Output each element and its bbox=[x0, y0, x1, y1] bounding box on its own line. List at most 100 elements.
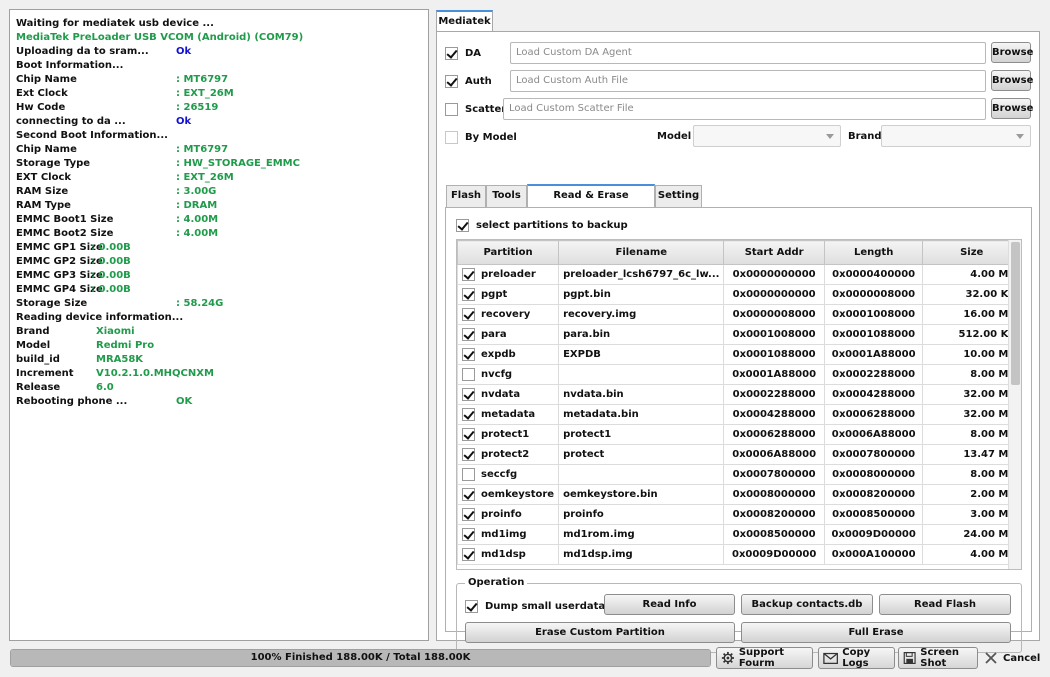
partition-checkbox[interactable] bbox=[462, 488, 475, 501]
read-flash-button[interactable]: Read Flash bbox=[879, 594, 1011, 615]
partition-checkbox[interactable] bbox=[462, 308, 475, 321]
table-row[interactable]: proinfo proinfo 0x0008200000 0x0008500000 3.… bbox=[457, 504, 1021, 525]
screenshot-button[interactable]: Screen Shot bbox=[898, 647, 978, 669]
auth-file-field[interactable]: Load Custom Auth File bbox=[510, 70, 986, 92]
table-row[interactable]: nvcfg 0x0001A88000 0x0002288000 8.00 MB bbox=[457, 364, 1021, 385]
dump-userdata-checkbox[interactable] bbox=[465, 599, 478, 613]
column-header-size[interactable]: Size bbox=[922, 240, 1021, 265]
erase-custom-partition-button[interactable]: Erase Custom Partition bbox=[465, 622, 735, 643]
partition-checkbox[interactable] bbox=[462, 348, 475, 361]
log-line: Storage Size: 58.24G bbox=[16, 297, 428, 311]
length-cell: 0x000A100000 bbox=[823, 544, 924, 565]
model-combo[interactable] bbox=[693, 125, 841, 147]
scatter-checkbox[interactable] bbox=[445, 102, 458, 116]
table-row[interactable]: metadata metadata.bin 0x0004288000 0x000628… bbox=[457, 404, 1021, 425]
tab-flash[interactable]: Flash bbox=[446, 185, 486, 207]
scatter-browse-button[interactable]: Browse bbox=[991, 98, 1033, 119]
scrollbar-thumb[interactable] bbox=[1011, 242, 1020, 385]
brand-combo[interactable] bbox=[881, 125, 1031, 147]
partition-checkbox[interactable] bbox=[462, 268, 475, 281]
log-line: EMMC Boot1 Size: 4.00M bbox=[16, 213, 428, 227]
partition-checkbox[interactable] bbox=[462, 528, 475, 541]
auth-label: Auth bbox=[465, 75, 492, 87]
read-info-button[interactable]: Read Info bbox=[604, 594, 735, 615]
length-cell: 0x0008000000 bbox=[823, 464, 924, 485]
table-row[interactable]: pgpt pgpt.bin 0x0000000000 0x0000008000 32.0… bbox=[457, 284, 1021, 305]
table-row[interactable]: protect1 protect1 0x0006288000 0x0006A88000… bbox=[457, 424, 1021, 445]
partition-checkbox[interactable] bbox=[462, 408, 475, 421]
log-line: Brand Xiaomi bbox=[16, 325, 428, 339]
table-row[interactable]: md1dsp md1dsp.img 0x0009D00000 0x000A100000… bbox=[457, 544, 1021, 565]
table-row[interactable]: oemkeystore oemkeystore.bin 0x0008000000 0x… bbox=[457, 484, 1021, 505]
partition-checkbox[interactable] bbox=[462, 428, 475, 441]
table-row[interactable]: expdb EXPDB 0x0001088000 0x0001A88000 10.00 … bbox=[457, 344, 1021, 365]
log-value: 6.0 bbox=[96, 382, 114, 393]
tab-mediatek[interactable]: Mediatek bbox=[436, 10, 493, 32]
cancel-button[interactable]: Cancel bbox=[983, 647, 1040, 669]
size-cell: 4.00 MB bbox=[922, 544, 1021, 565]
filename-cell: protect1 bbox=[558, 424, 725, 445]
column-header-length[interactable]: Length bbox=[823, 240, 924, 265]
log-line: Hw Code: 26519 bbox=[16, 101, 428, 115]
size-cell: 10.00 MB bbox=[922, 344, 1021, 365]
auth-checkbox[interactable] bbox=[445, 74, 458, 88]
log-value: Redmi Pro bbox=[96, 340, 155, 351]
log-key: EMMC GP1 Size bbox=[16, 242, 103, 253]
da-file-field[interactable]: Load Custom DA Agent bbox=[510, 42, 986, 64]
auth-browse-button[interactable]: Browse bbox=[991, 70, 1033, 91]
size-cell: 24.00 MB bbox=[922, 524, 1021, 545]
partition-checkbox[interactable] bbox=[462, 448, 475, 461]
backup-contacts-button[interactable]: Backup contacts.db bbox=[741, 594, 873, 615]
log-value: : EXT_26M bbox=[176, 88, 234, 99]
length-cell: 0x0001008000 bbox=[823, 304, 924, 325]
partition-cell: expdb bbox=[457, 344, 560, 365]
table-row[interactable]: md1img md1rom.img 0x0008500000 0x0009D00000… bbox=[457, 524, 1021, 545]
by-model-label: By Model bbox=[465, 131, 517, 143]
table-row[interactable]: seccfg 0x0007800000 0x0008000000 8.00 MB bbox=[457, 464, 1021, 485]
select-partitions-checkbox[interactable] bbox=[456, 218, 469, 232]
table-row[interactable]: nvdata nvdata.bin 0x0002288000 0x0004288000… bbox=[457, 384, 1021, 405]
table-row[interactable]: protect2 protect 0x0006A88000 0x0007800000 1… bbox=[457, 444, 1021, 465]
size-cell: 4.00 MB bbox=[922, 264, 1021, 285]
partition-name: proinfo bbox=[481, 509, 522, 520]
table-row[interactable]: preloader preloader_lcsh6797_6c_lw... 0x00… bbox=[457, 264, 1021, 285]
tab-setting[interactable]: Setting bbox=[655, 185, 702, 207]
scatter-file-field[interactable]: Load Custom Scatter File bbox=[503, 98, 986, 120]
tab-tools[interactable]: Tools bbox=[486, 185, 527, 207]
partition-checkbox[interactable] bbox=[462, 388, 475, 401]
table-header-row: Partition Filename Start Addr Length Siz… bbox=[457, 240, 1021, 265]
by-model-checkbox[interactable] bbox=[445, 130, 458, 144]
column-header-filename[interactable]: Filename bbox=[558, 240, 725, 265]
log-value: V10.2.1.0.MHQCNXM bbox=[96, 368, 214, 379]
support-forum-button[interactable]: Support Fourm bbox=[716, 647, 813, 669]
partition-checkbox[interactable] bbox=[462, 468, 475, 481]
log-line: Second Boot Information... bbox=[16, 129, 428, 143]
partition-checkbox[interactable] bbox=[462, 548, 475, 561]
log-value: : 0.00B bbox=[91, 256, 131, 267]
table-row[interactable]: para para.bin 0x0001008000 0x0001088000 512.… bbox=[457, 324, 1021, 345]
partition-name: md1img bbox=[481, 529, 527, 540]
by-model-row: By Model bbox=[445, 126, 517, 148]
filename-cell: md1rom.img bbox=[558, 524, 725, 545]
partition-checkbox[interactable] bbox=[462, 288, 475, 301]
log-key: RAM Size bbox=[16, 186, 69, 197]
column-header-start-addr[interactable]: Start Addr bbox=[723, 240, 825, 265]
screenshot-label: Screen Shot bbox=[920, 647, 960, 669]
partition-checkbox[interactable] bbox=[462, 328, 475, 341]
filename-cell: recovery.img bbox=[558, 304, 725, 325]
log-line: connecting to da ... Ok bbox=[16, 115, 428, 129]
copy-logs-button[interactable]: Copy Logs bbox=[818, 647, 895, 669]
partition-checkbox[interactable] bbox=[462, 368, 475, 381]
full-erase-button[interactable]: Full Erase bbox=[741, 622, 1011, 643]
start-addr-cell: 0x0008500000 bbox=[723, 524, 825, 545]
partition-cell: pgpt bbox=[457, 284, 560, 305]
tab-read-erase[interactable]: Read & Erase Operation bbox=[527, 184, 655, 221]
partition-checkbox[interactable] bbox=[462, 508, 475, 521]
table-scrollbar[interactable] bbox=[1008, 240, 1021, 569]
table-row[interactable]: recovery recovery.img 0x0000008000 0x000100… bbox=[457, 304, 1021, 325]
start-addr-cell: 0x0000000000 bbox=[723, 284, 825, 305]
log-line: Boot Information... bbox=[16, 59, 428, 73]
da-browse-button[interactable]: Browse bbox=[991, 42, 1033, 63]
da-checkbox[interactable] bbox=[445, 46, 458, 60]
column-header-partition[interactable]: Partition bbox=[457, 240, 560, 265]
